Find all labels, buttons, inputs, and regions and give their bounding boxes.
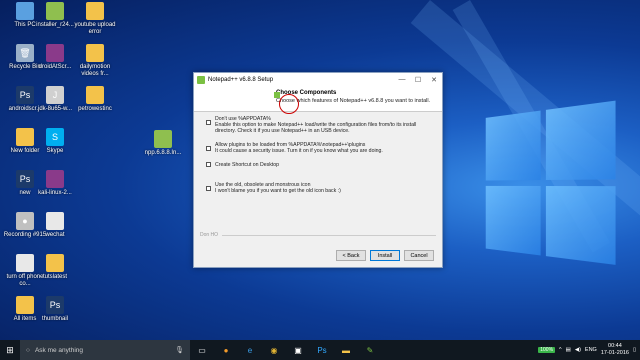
- back-button[interactable]: < Back: [336, 250, 366, 261]
- notepadpp-icon: [197, 75, 205, 84]
- search-icon: ○: [26, 346, 30, 354]
- rar-icon: [46, 170, 64, 188]
- folder-icon: [46, 254, 64, 272]
- header-subtitle: Choose which features of Notepad++ v6.8.…: [276, 98, 431, 104]
- option-row[interactable]: Allow plugins to be loaded from %APPDATA…: [206, 142, 434, 154]
- desktop-icon-label: kali-linux-2...: [38, 190, 72, 196]
- desktop-icon[interactable]: kali-linux-2...: [32, 170, 78, 197]
- firefox-icon[interactable]: ●: [214, 340, 238, 360]
- option-description: Enable this option to make Notepad++ loa…: [215, 122, 417, 134]
- cancel-button[interactable]: Cancel: [404, 250, 434, 261]
- photoshop-icon: Ps: [46, 296, 64, 314]
- options-list: Don't use %APPDATA% Enable this option to…: [194, 112, 442, 240]
- desktop-icon-label: Skype: [46, 148, 64, 154]
- start-button[interactable]: ⊞: [0, 340, 20, 360]
- search-box[interactable]: ○ Ask me anything 🎙: [20, 340, 190, 360]
- desktop-icon[interactable]: npp.6.8.8.In...: [140, 130, 186, 157]
- clock[interactable]: 00:44 17-01-2016: [601, 343, 629, 357]
- dialog-title: Notepad++ v6.8.8 Setup: [208, 76, 274, 83]
- option-text: Use the old, obsolete and monstrous icon…: [215, 182, 341, 194]
- desktop-icon-label: npp.6.8.8.In...: [144, 150, 182, 156]
- desktop-icon[interactable]: S Skype: [32, 128, 78, 155]
- chrome-icon[interactable]: ◉: [262, 340, 286, 360]
- skype-icon: S: [46, 128, 64, 146]
- option-text: Don't use %APPDATA% Enable this option to…: [215, 116, 434, 134]
- close-button[interactable]: ✕: [426, 76, 442, 84]
- windows-logo-wallpaper: [485, 100, 620, 270]
- desktop-icon-label: thumbnail: [41, 316, 68, 322]
- brand-label: Don HO: [200, 232, 219, 238]
- desktop-icon[interactable]: Ps thumbnail: [32, 296, 78, 323]
- maximize-button[interactable]: ☐: [410, 76, 426, 84]
- setup-dialog: Notepad++ v6.8.8 Setup — ☐ ✕ Choose Comp…: [193, 72, 443, 268]
- desktop-icon-label: youtube upload error: [74, 22, 116, 35]
- battery-indicator[interactable]: 100%: [538, 347, 556, 353]
- minimize-button[interactable]: —: [394, 76, 410, 83]
- photoshop-taskbar-icon[interactable]: Ps: [310, 340, 334, 360]
- option-checkbox[interactable]: [206, 186, 211, 191]
- installer-icon: [46, 2, 64, 20]
- time: 00:44: [608, 343, 622, 349]
- system-tray: 100% ^ ▤ ◀) ENG 00:44 17-01-2016 ▯: [538, 343, 640, 357]
- divider: [222, 235, 436, 236]
- option-text: Allow plugins to be loaded from %APPDATA…: [215, 142, 383, 154]
- folder-icon: [86, 86, 104, 104]
- option-label: Create Shortcut on Desktop: [215, 162, 280, 168]
- option-row[interactable]: Create Shortcut on Desktop: [206, 162, 434, 168]
- button-row: < Back Install Cancel: [336, 250, 434, 261]
- header-icon: [274, 92, 280, 98]
- desktop-icon-label: tutslatest: [42, 274, 67, 280]
- volume-icon[interactable]: ◀): [575, 347, 581, 353]
- option-text: Create Shortcut on Desktop: [215, 162, 279, 168]
- notepadpp-taskbar-icon[interactable]: ✎: [358, 340, 382, 360]
- edge-icon[interactable]: e: [238, 340, 262, 360]
- notifications-icon[interactable]: ▯: [633, 347, 636, 353]
- desktop-icon[interactable]: wechat: [32, 212, 78, 239]
- desktop: This PC installer_r24... youtube upload er…: [0, 0, 640, 340]
- option-description: It could cause a security issue. Turn it…: [215, 148, 383, 154]
- desktop-icon[interactable]: dailymotion videos fr...: [72, 44, 118, 78]
- folder-icon: [86, 44, 104, 62]
- option-checkbox[interactable]: [206, 146, 211, 151]
- language-indicator[interactable]: ENG: [585, 347, 597, 353]
- installer-icon: [154, 130, 172, 148]
- option-row[interactable]: Use the old, obsolete and monstrous icon…: [206, 182, 434, 194]
- media-icon[interactable]: ▣: [286, 340, 310, 360]
- rar-icon: [46, 44, 64, 62]
- cursor-highlight: [279, 94, 299, 114]
- chevron-up-icon[interactable]: ^: [559, 347, 562, 353]
- option-checkbox[interactable]: [206, 120, 211, 125]
- taskbar: ⊞ ○ Ask me anything 🎙 ▭ ● e ◉ ▣ Ps ▬ ✎ 1…: [0, 340, 640, 360]
- search-placeholder: Ask me anything: [34, 346, 83, 354]
- desktop-icon-label: dailymotion videos fr...: [79, 64, 111, 77]
- network-icon[interactable]: ▤: [566, 347, 571, 353]
- install-button[interactable]: Install: [370, 250, 400, 261]
- desktop-icon[interactable]: youtube upload error: [72, 2, 118, 36]
- dialog-header: Choose Components Choose which features …: [194, 86, 442, 114]
- desktop-icon[interactable]: petrowestinc: [72, 86, 118, 113]
- desktop-icon-label: petrowestinc: [78, 106, 112, 112]
- option-description: I won't blame you if you want to get the…: [215, 188, 341, 194]
- option-checkbox[interactable]: [206, 162, 211, 167]
- task-view-icon[interactable]: ▭: [190, 340, 214, 360]
- date: 17-01-2016: [600, 350, 629, 356]
- java-icon: J: [46, 86, 64, 104]
- file-icon: [46, 212, 64, 230]
- dialog-titlebar[interactable]: Notepad++ v6.8.8 Setup — ☐ ✕: [194, 73, 442, 86]
- folder-icon: [86, 2, 104, 20]
- desktop-icon-label: wechat: [45, 232, 65, 238]
- explorer-icon[interactable]: ▬: [334, 340, 358, 360]
- microphone-icon[interactable]: 🎙: [175, 346, 184, 354]
- option-row[interactable]: Don't use %APPDATA% Enable this option to…: [206, 116, 434, 134]
- desktop-icon[interactable]: tutslatest: [32, 254, 78, 281]
- header-title: Choose Components: [276, 90, 337, 96]
